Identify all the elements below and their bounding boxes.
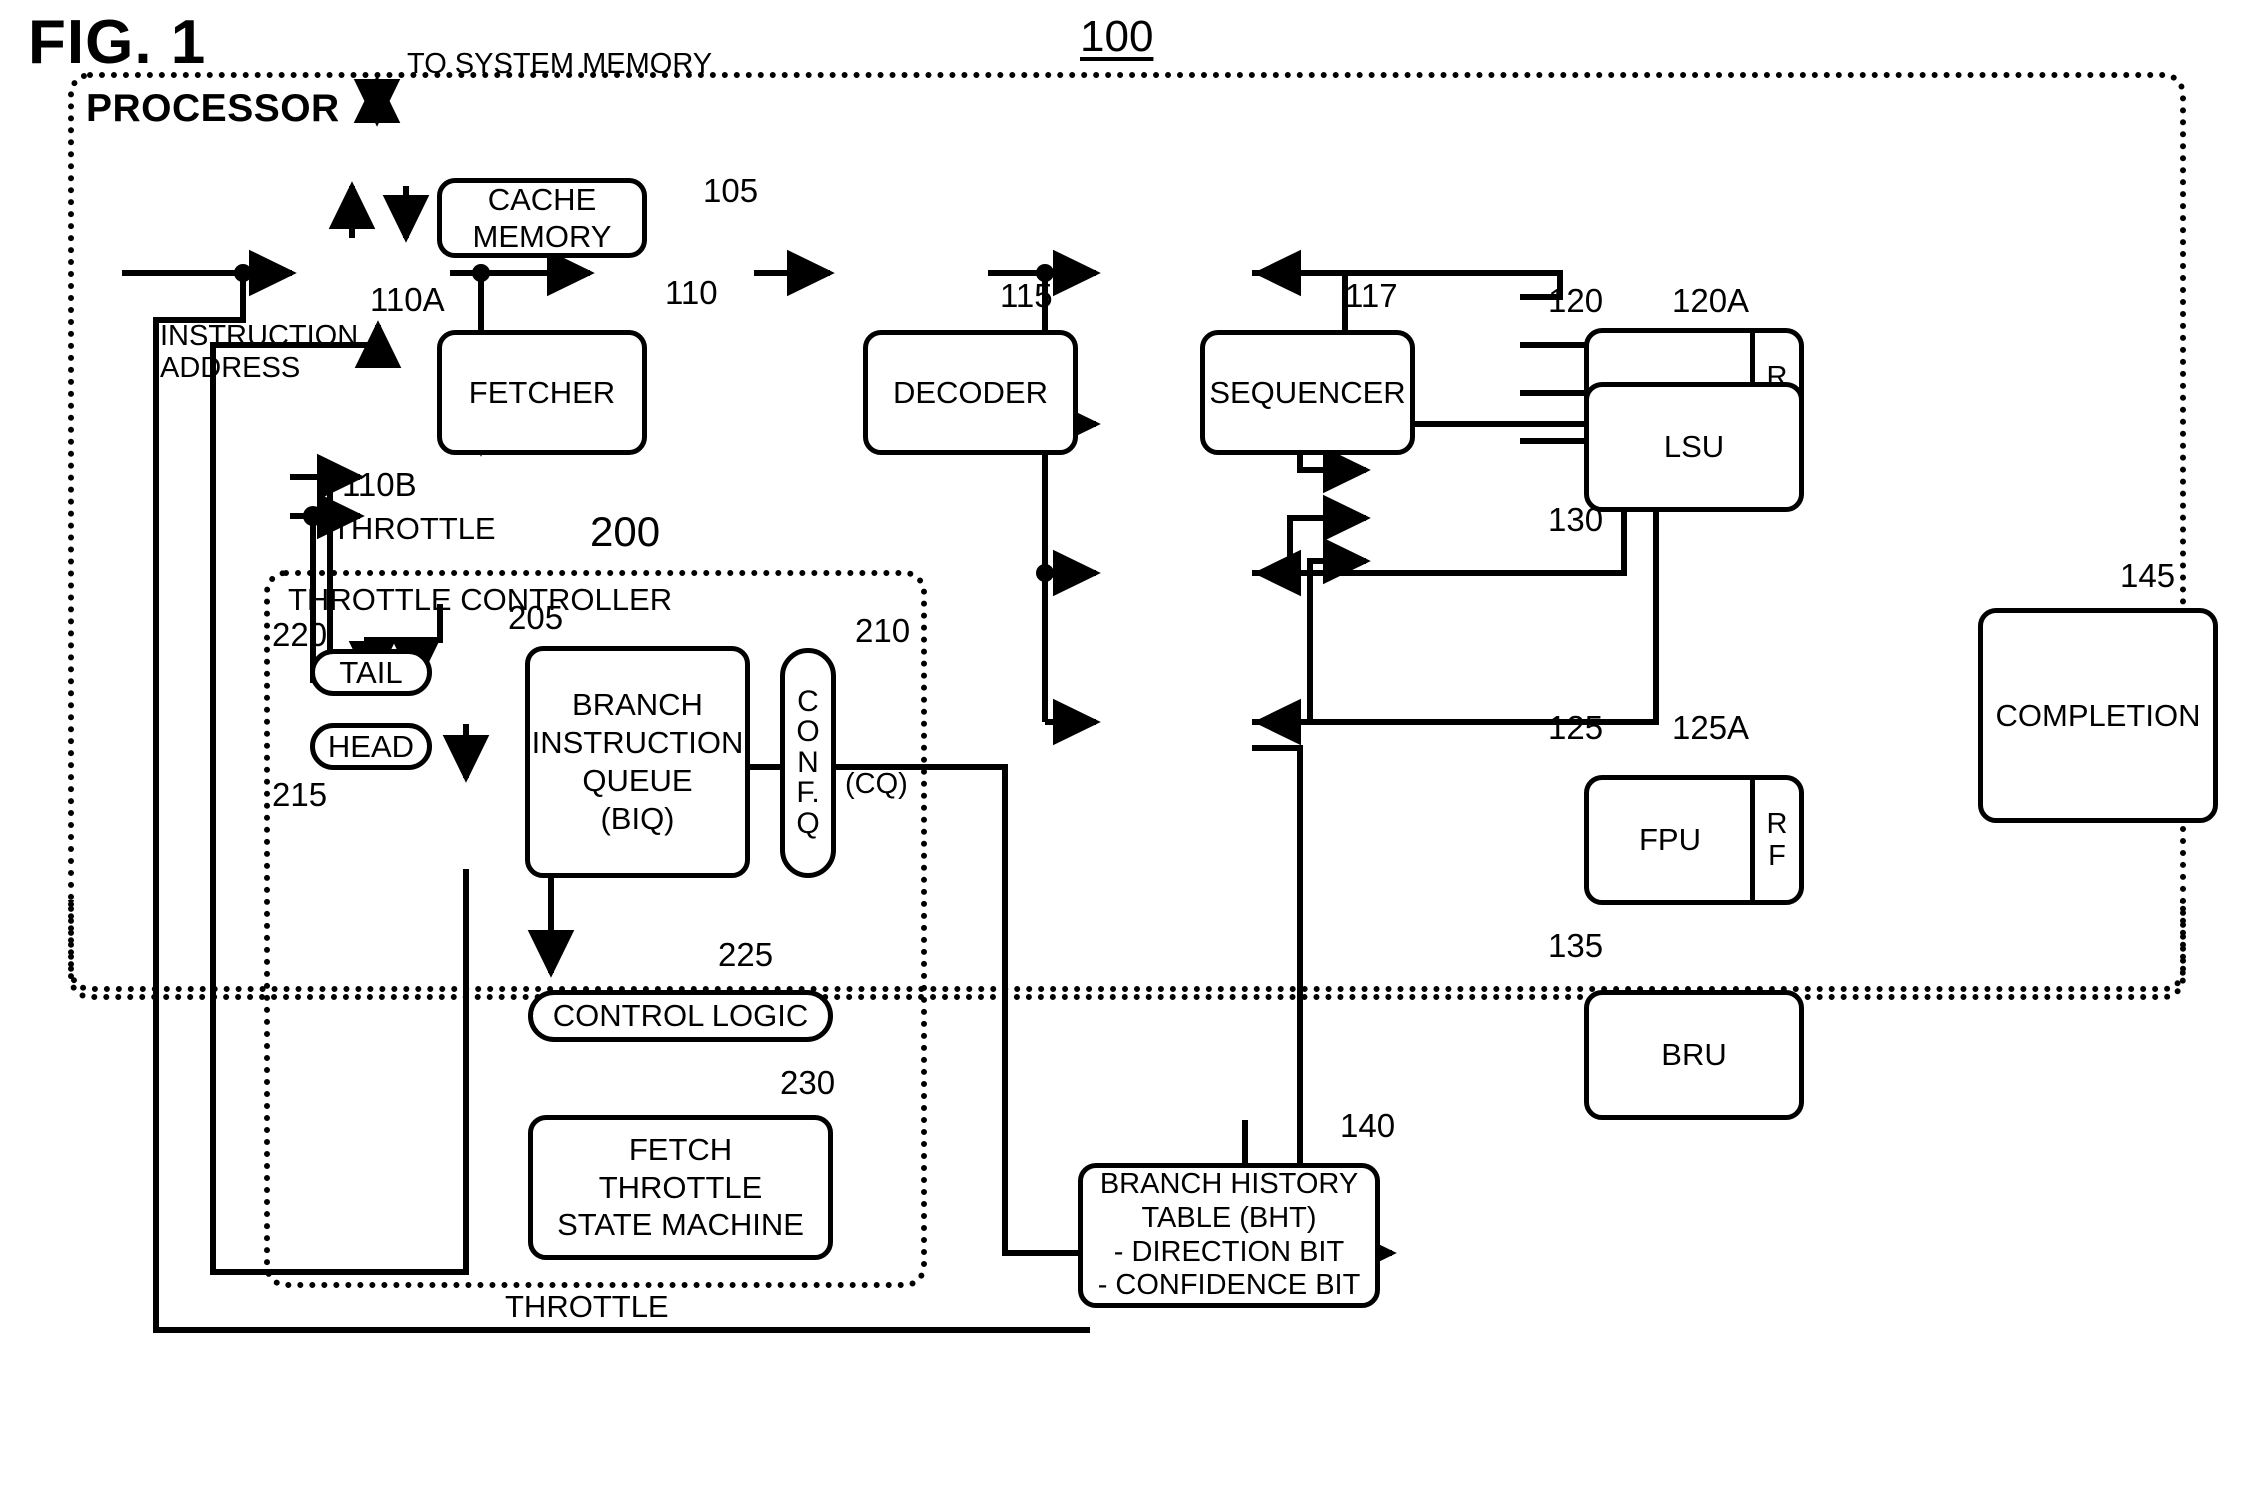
- ref-130: 130: [1548, 501, 1604, 538]
- figure-canvas: PROCESSOR FIG. 1 100 TO SYSTEM MEMORY CA…: [0, 0, 2262, 1487]
- sequencer-block[interactable]: SEQUENCER: [1200, 330, 1415, 455]
- figure-label: FIG. 1: [28, 8, 207, 77]
- head-pointer-block[interactable]: HEAD: [310, 723, 432, 770]
- confq-label: C O N F. Q: [796, 684, 820, 840]
- ref-140: 140: [1340, 1107, 1396, 1144]
- ref-220: 220: [272, 616, 328, 653]
- confq-alt-label: (CQ): [845, 768, 908, 800]
- fpu-rf-label-col: R F: [1755, 780, 1799, 900]
- throttle-label-bottom: THROTTLE: [505, 1289, 669, 1324]
- confq-vertical-letters: C O N F. Q: [785, 653, 831, 873]
- decoder-block[interactable]: DECODER: [863, 330, 1078, 455]
- tail-label: TAIL: [339, 654, 403, 690]
- control-logic-block[interactable]: CONTROL LOGIC: [528, 990, 833, 1042]
- ref-125A: 125A: [1672, 709, 1750, 746]
- fpu-rf-label: R F: [1766, 807, 1788, 872]
- to-system-memory-label: TO SYSTEM MEMORY: [407, 48, 713, 80]
- bru-label: BRU: [1661, 1037, 1727, 1073]
- ref-110A: 110A: [370, 281, 445, 318]
- fpu-label: FPU: [1639, 822, 1701, 858]
- ref-210: 210: [855, 612, 911, 649]
- ref-125: 125: [1548, 709, 1604, 746]
- ref-230: 230: [780, 1064, 836, 1101]
- control-logic-label: CONTROL LOGIC: [552, 998, 809, 1033]
- biq-label: BRANCH INSTRUCTION QUEUE (BIQ): [531, 687, 744, 836]
- fpu-block[interactable]: FPU R F: [1584, 775, 1804, 905]
- completion-block[interactable]: COMPLETION: [1978, 608, 2218, 823]
- processor-title: PROCESSOR: [86, 87, 340, 130]
- fetcher-block[interactable]: FETCHER: [437, 330, 647, 455]
- decoder-label: DECODER: [892, 374, 1048, 410]
- cache-memory-block[interactable]: CACHE MEMORY: [437, 178, 647, 258]
- fetcher-label: FETCHER: [468, 374, 616, 410]
- ref-135: 135: [1548, 927, 1604, 964]
- head-label: HEAD: [327, 728, 415, 764]
- ref-215: 215: [272, 776, 328, 813]
- confq-block[interactable]: C O N F. Q: [780, 648, 836, 878]
- ref-115: 115: [1000, 277, 1053, 314]
- sequencer-label: SEQUENCER: [1209, 374, 1406, 410]
- lsu-block[interactable]: LSU: [1584, 382, 1804, 512]
- bht-block[interactable]: BRANCH HISTORY TABLE (BHT) - DIRECTION B…: [1078, 1163, 1380, 1308]
- fetch-throttle-state-machine-block[interactable]: FETCH THROTTLE STATE MACHINE: [528, 1115, 833, 1260]
- fetch-throttle-sm-label: FETCH THROTTLE STATE MACHINE: [557, 1131, 804, 1243]
- tail-pointer-block[interactable]: TAIL: [310, 649, 432, 696]
- ref-120A: 120A: [1672, 282, 1750, 319]
- ref-145: 145: [2120, 557, 2176, 594]
- lsu-label: LSU: [1663, 429, 1725, 465]
- system-reference-number: 100: [1080, 12, 1154, 61]
- instruction-address-label: INSTRUCTION ADDRESS: [160, 320, 359, 385]
- ref-225: 225: [718, 936, 774, 973]
- ref-117: 117: [1345, 277, 1398, 314]
- completion-label: COMPLETION: [1995, 697, 2201, 733]
- bru-block[interactable]: BRU: [1584, 990, 1804, 1120]
- ref-205: 205: [508, 599, 564, 636]
- ref-120: 120: [1548, 282, 1604, 319]
- throttle-controller-title: THROTTLE CONTROLLER: [288, 582, 673, 617]
- ref-110: 110: [665, 274, 718, 311]
- ref-105: 105: [703, 172, 759, 209]
- bht-label: BRANCH HISTORY TABLE (BHT) - DIRECTION B…: [1097, 1168, 1361, 1302]
- throttle-label-top: THROTTLE: [332, 511, 496, 546]
- cache-memory-label: CACHE MEMORY: [472, 181, 612, 254]
- ref-110B: 110B: [342, 466, 417, 503]
- ref-200: 200: [590, 508, 661, 555]
- biq-block[interactable]: BRANCH INSTRUCTION QUEUE (BIQ): [525, 646, 750, 878]
